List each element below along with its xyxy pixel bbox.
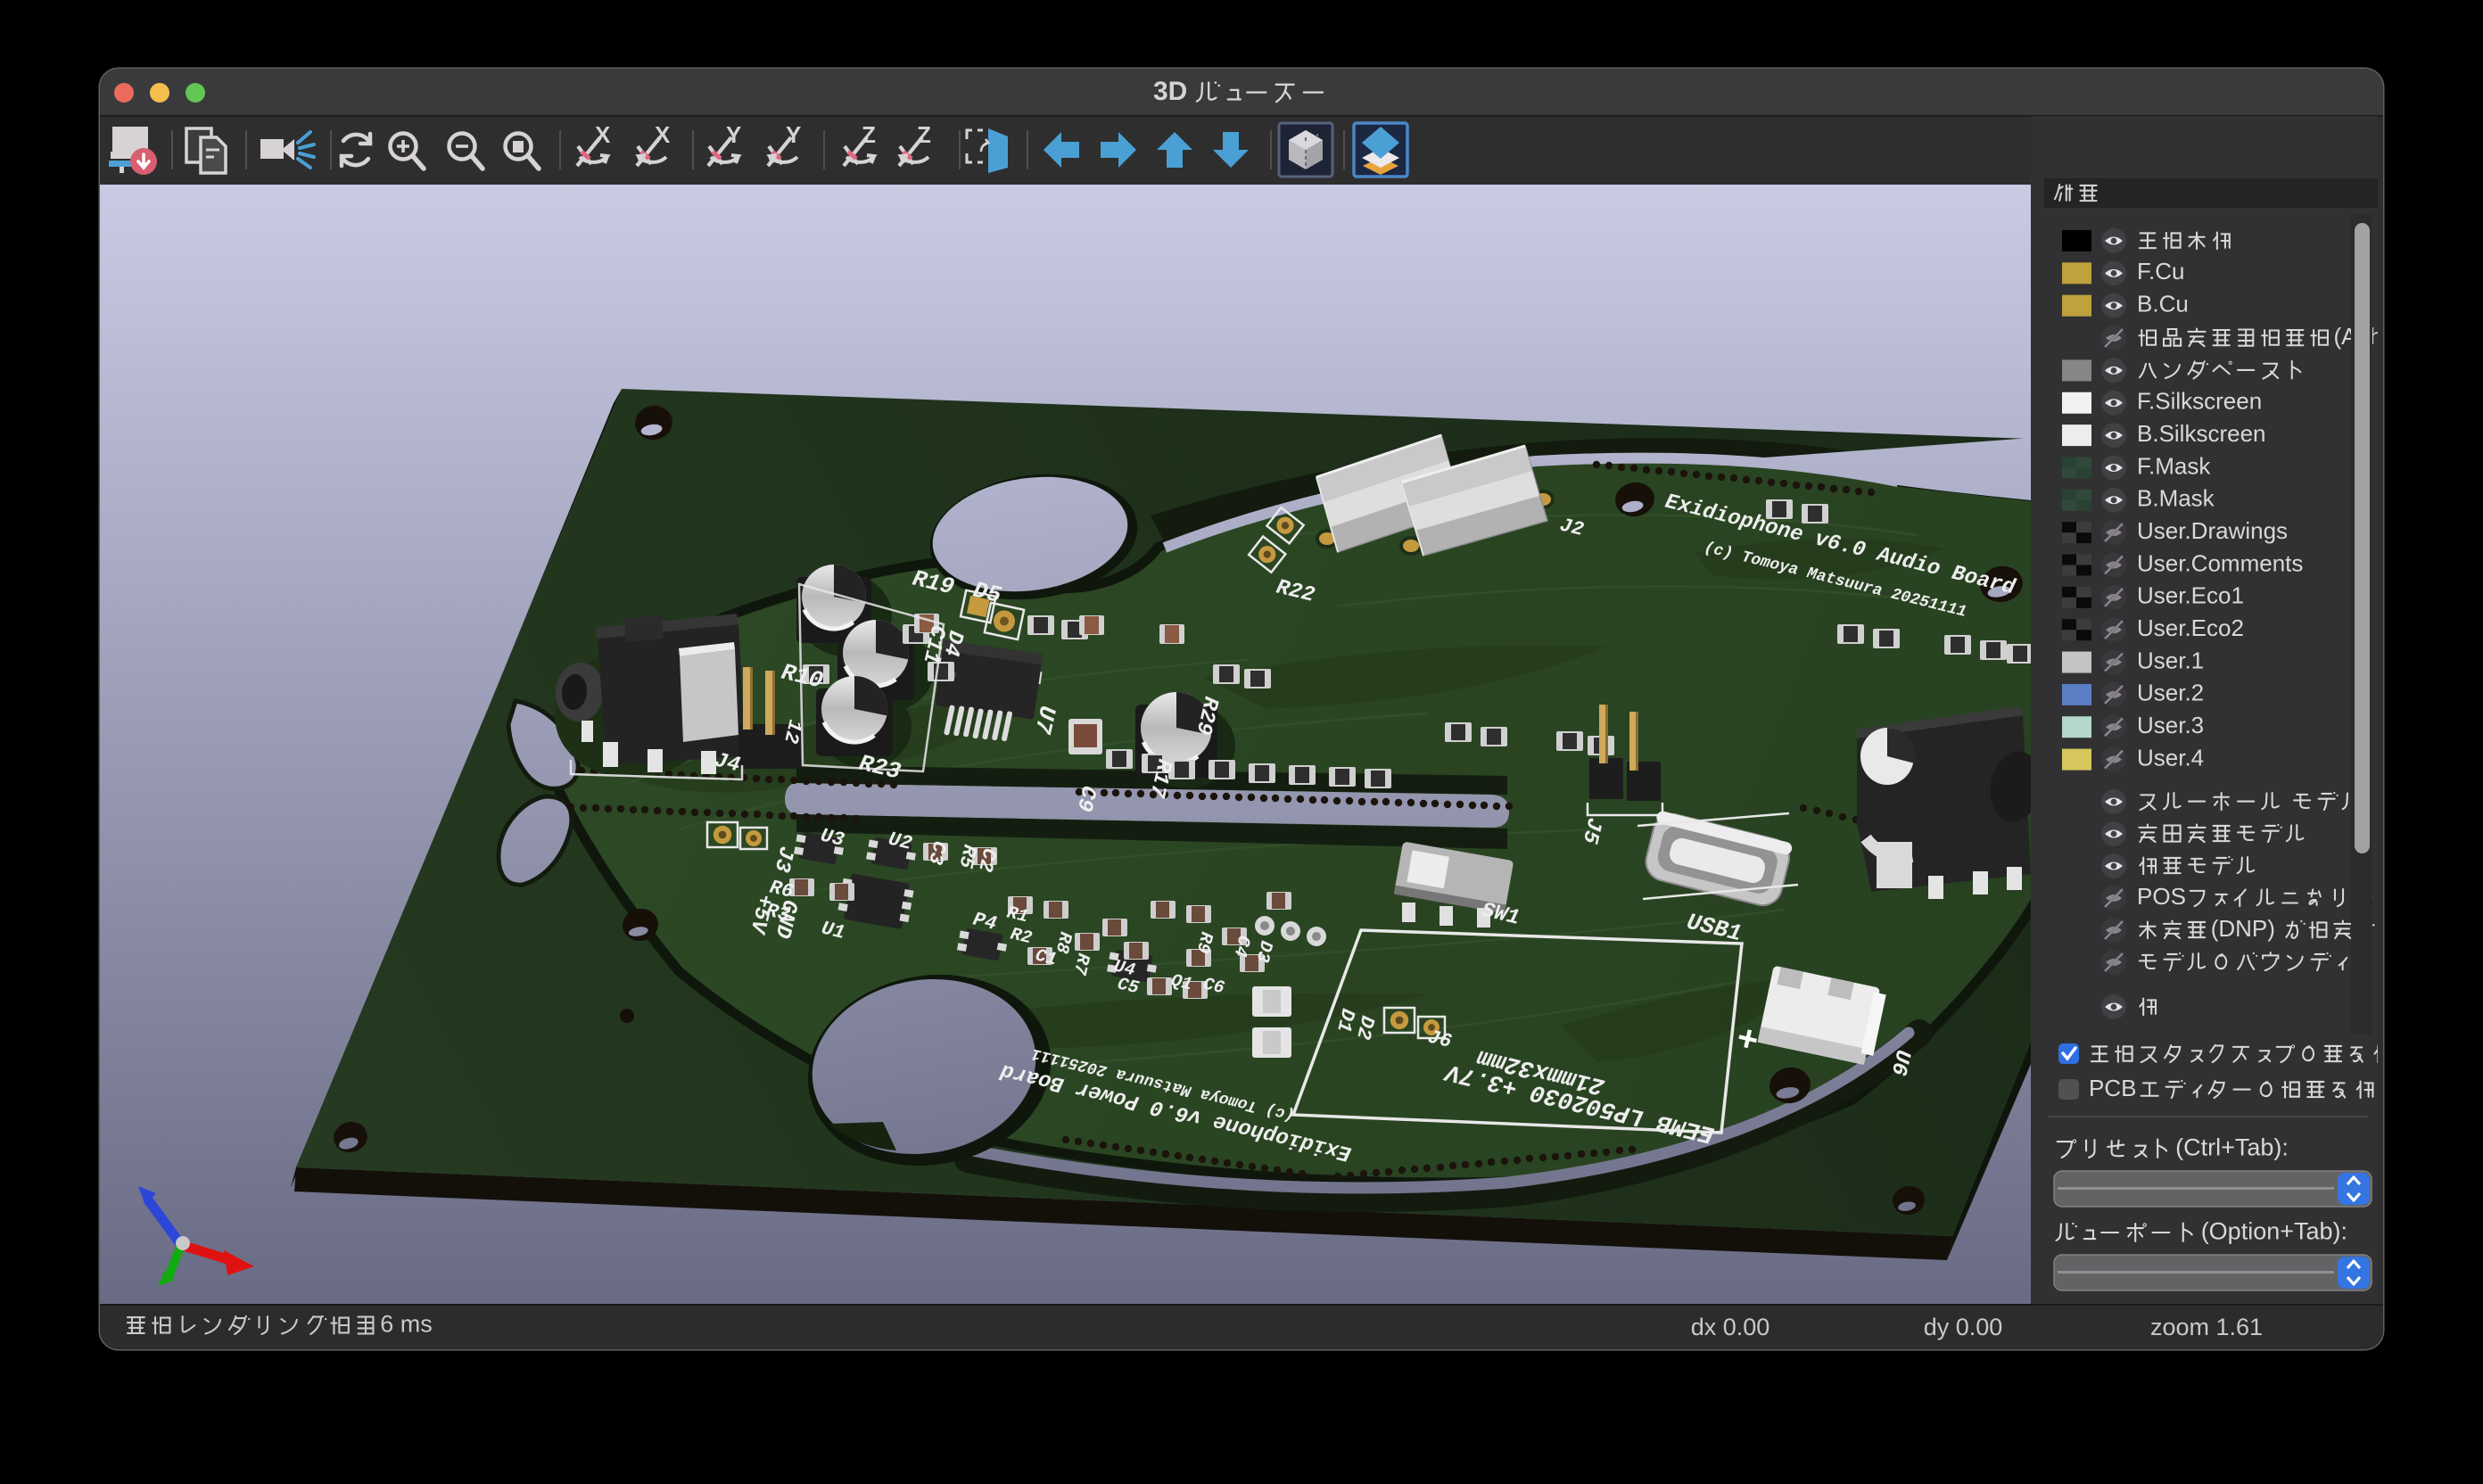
svg-text:Z: Z <box>917 121 931 148</box>
svg-text:dy 0.00: dy 0.00 <box>1924 1314 2003 1340</box>
svg-text:User.2: User.2 <box>2137 680 2204 706</box>
svg-text:Z: Z <box>862 121 876 148</box>
svg-text:B.Cu: B.Cu <box>2137 291 2189 317</box>
svg-text:User.4: User.4 <box>2137 744 2204 771</box>
svg-text:Y: Y <box>786 121 801 148</box>
svg-text:B.Silkscreen: B.Silkscreen <box>2137 420 2266 447</box>
svg-text:(DNP): (DNP) <box>2211 915 2275 942</box>
svg-text:(Option+Tab):: (Option+Tab): <box>2201 1218 2347 1245</box>
svg-text:F.Mask: F.Mask <box>2137 452 2211 479</box>
svg-text:zoom 1.61: zoom 1.61 <box>2150 1314 2263 1340</box>
svg-text:User.Comments: User.Comments <box>2137 549 2303 576</box>
svg-text:F.Cu: F.Cu <box>2137 258 2184 284</box>
svg-text:User.Eco1: User.Eco1 <box>2137 582 2244 609</box>
svg-text:F.Silkscreen: F.Silkscreen <box>2137 388 2262 415</box>
svg-text:X: X <box>595 121 611 148</box>
svg-text:User.Eco2: User.Eco2 <box>2137 614 2244 641</box>
svg-text:B.Mask: B.Mask <box>2137 485 2215 512</box>
svg-text:User.Drawings: User.Drawings <box>2137 517 2288 544</box>
svg-text:3D: 3D <box>1153 77 1187 106</box>
svg-text:X: X <box>655 121 671 148</box>
svg-text:User.3: User.3 <box>2137 712 2204 738</box>
svg-text:User.1: User.1 <box>2137 647 2204 673</box>
svg-text:Y: Y <box>726 121 741 148</box>
svg-text:dx 0.00: dx 0.00 <box>1691 1314 1770 1340</box>
svg-text:6 ms: 6 ms <box>380 1311 433 1338</box>
svg-text:POS: POS <box>2137 883 2186 910</box>
svg-text:(Ctrl+Tab):: (Ctrl+Tab): <box>2175 1134 2289 1161</box>
svg-text:PCB: PCB <box>2089 1075 2136 1101</box>
